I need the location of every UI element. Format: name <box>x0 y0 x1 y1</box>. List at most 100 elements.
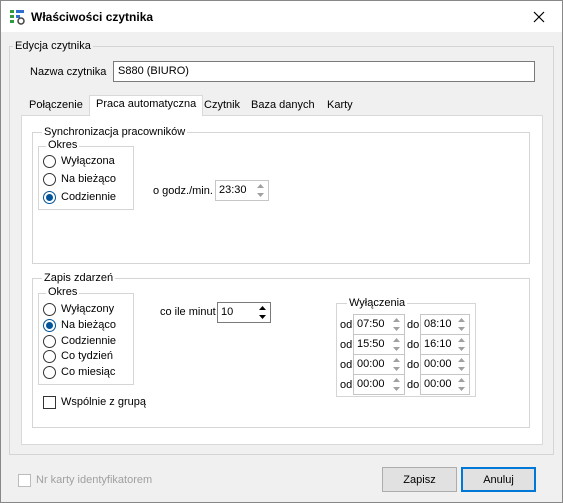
spin-down-icon[interactable] <box>255 313 269 321</box>
title-bar: Właściwości czytnika <box>1 1 562 32</box>
exclusion-from-label: od <box>340 359 353 371</box>
tab-karty[interactable]: Karty <box>321 97 359 115</box>
close-icon <box>533 11 545 22</box>
tab-baza-danych[interactable]: Baza danych <box>245 97 321 115</box>
exclusion-4-from-spinner[interactable]: 00:00 <box>353 374 405 395</box>
sync-time-spinner[interactable]: 23:30 <box>215 180 269 201</box>
events-option-label: Co tydzień <box>61 350 113 362</box>
exclusion-1-to-spinner[interactable]: 08:10 <box>420 314 470 335</box>
exclusion-1-from-value: 07:50 <box>357 318 385 330</box>
exclusion-4-to-spinner[interactable]: 00:00 <box>420 374 470 395</box>
reader-app-icon <box>9 9 25 25</box>
tab-czytnik[interactable]: Czytnik <box>198 97 246 115</box>
tab-praca-automatyczna[interactable]: Praca automatyczna <box>89 95 204 116</box>
events-option-na-biezaco[interactable]: Na bieżąco <box>43 317 116 333</box>
spin-down-icon[interactable] <box>389 365 403 373</box>
cancel-button[interactable]: Anuluj <box>461 467 536 492</box>
spin-down-icon[interactable] <box>454 365 468 373</box>
sync-option-label: Na bieżąco <box>61 173 117 185</box>
exclusion-1-from-spinner[interactable]: 07:50 <box>353 314 405 335</box>
exclusion-from-label: od <box>340 319 353 331</box>
checkbox-icon <box>43 395 56 409</box>
sync-option-na-biezaco[interactable]: Na bieżąco <box>43 171 116 187</box>
close-button[interactable] <box>516 1 562 32</box>
exclusion-2-to-spinner[interactable]: 16:10 <box>420 334 470 355</box>
sync-period-legend: Okres <box>46 139 80 151</box>
exclusions-legend: Wyłączenia <box>347 297 408 309</box>
spin-up-icon[interactable] <box>454 356 468 364</box>
events-option-label: Co miesiąc <box>61 366 116 378</box>
events-option-label: Wyłączony <box>61 303 115 315</box>
spin-up-icon[interactable] <box>253 182 267 190</box>
events-legend: Zapis zdarzeń <box>42 272 116 284</box>
card-id-checkbox[interactable]: Nr karty identyfikatorem <box>18 472 152 488</box>
events-interval-label: co ile minut <box>160 306 216 318</box>
exclusion-from-label: od <box>340 339 353 351</box>
exclusion-to-label: do <box>407 359 420 371</box>
spin-up-icon[interactable] <box>389 316 403 324</box>
sync-time-label: o godz./min. <box>153 185 213 197</box>
radio-icon <box>43 334 56 348</box>
events-option-label: Codziennie <box>61 335 117 347</box>
exclusion-4-from-value: 00:00 <box>357 378 385 390</box>
exclusion-3-from-value: 00:00 <box>357 358 385 370</box>
events-period-legend: Okres <box>46 286 80 298</box>
reader-name-label: Nazwa czytnika <box>30 66 107 78</box>
radio-icon <box>43 154 56 168</box>
sync-legend: Synchronizacja pracowników <box>42 126 188 138</box>
exclusion-2-from-spinner[interactable]: 15:50 <box>353 334 405 355</box>
exclusion-3-to-value: 00:00 <box>424 358 452 370</box>
events-option-codziennie[interactable]: Codziennie <box>43 333 116 349</box>
exclusion-3-to-spinner[interactable]: 00:00 <box>420 354 470 375</box>
spin-up-icon[interactable] <box>255 304 269 312</box>
spin-down-icon[interactable] <box>389 325 403 333</box>
radio-icon <box>43 365 56 379</box>
tab-panel-praca-automatyczna: Synchronizacja pracowników Okres Wyłączo… <box>21 115 543 445</box>
window-title: Właściwości czytnika <box>31 10 154 24</box>
save-button[interactable]: Zapisz <box>382 467 457 492</box>
spin-up-icon[interactable] <box>389 356 403 364</box>
exclusion-2-from-value: 15:50 <box>357 338 385 350</box>
spin-up-icon[interactable] <box>454 376 468 384</box>
sync-option-label: Codziennie <box>61 191 117 203</box>
exclusion-to-label: do <box>407 379 420 391</box>
exclusion-to-label: do <box>407 339 420 351</box>
spin-down-icon[interactable] <box>454 345 468 353</box>
events-option-co-tydzien[interactable]: Co tydzień <box>43 348 113 364</box>
exclusion-3-from-spinner[interactable]: 00:00 <box>353 354 405 375</box>
exclusion-2-to-value: 16:10 <box>424 338 452 350</box>
sync-option-label: Wyłączona <box>61 155 115 167</box>
exclusion-from-label: od <box>340 379 353 391</box>
exclusion-4-to-value: 00:00 <box>424 378 452 390</box>
sync-option-wylaczona[interactable]: Wyłączona <box>43 153 115 169</box>
events-group-checkbox[interactable]: Wspólnie z grupą <box>43 394 146 410</box>
spin-up-icon[interactable] <box>389 336 403 344</box>
events-option-co-miesiac[interactable]: Co miesiąc <box>43 364 115 380</box>
reader-name-input[interactable]: S880 (BIURO) <box>113 61 535 82</box>
spin-up-icon[interactable] <box>389 376 403 384</box>
radio-selected-icon <box>43 190 56 204</box>
radio-icon <box>43 302 56 316</box>
events-option-wylaczony[interactable]: Wyłączony <box>43 301 114 317</box>
radio-icon <box>43 172 56 186</box>
spin-up-icon[interactable] <box>454 336 468 344</box>
card-id-checkbox-label: Nr karty identyfikatorem <box>36 474 153 486</box>
spin-down-icon[interactable] <box>389 345 403 353</box>
events-interval-spinner[interactable]: 10 <box>217 302 271 323</box>
spin-up-icon[interactable] <box>454 316 468 324</box>
events-option-label: Na bieżąco <box>61 319 117 331</box>
spin-down-icon[interactable] <box>253 191 267 199</box>
checkbox-icon <box>18 473 31 487</box>
events-group-checkbox-label: Wspólnie z grupą <box>61 396 146 408</box>
exclusion-1-to-value: 08:10 <box>424 318 452 330</box>
spin-down-icon[interactable] <box>389 385 403 393</box>
properties-dialog: Właściwości czytnika Edycja czytnika Naz… <box>0 0 563 503</box>
sync-time-value: 23:30 <box>219 184 247 196</box>
radio-icon <box>43 349 56 363</box>
spin-down-icon[interactable] <box>454 325 468 333</box>
exclusion-to-label: do <box>407 319 420 331</box>
sync-option-codziennie[interactable]: Codziennie <box>43 189 116 205</box>
tab-polaczenie[interactable]: Połączenie <box>23 97 89 115</box>
spin-down-icon[interactable] <box>454 385 468 393</box>
events-interval-value: 10 <box>221 306 234 318</box>
